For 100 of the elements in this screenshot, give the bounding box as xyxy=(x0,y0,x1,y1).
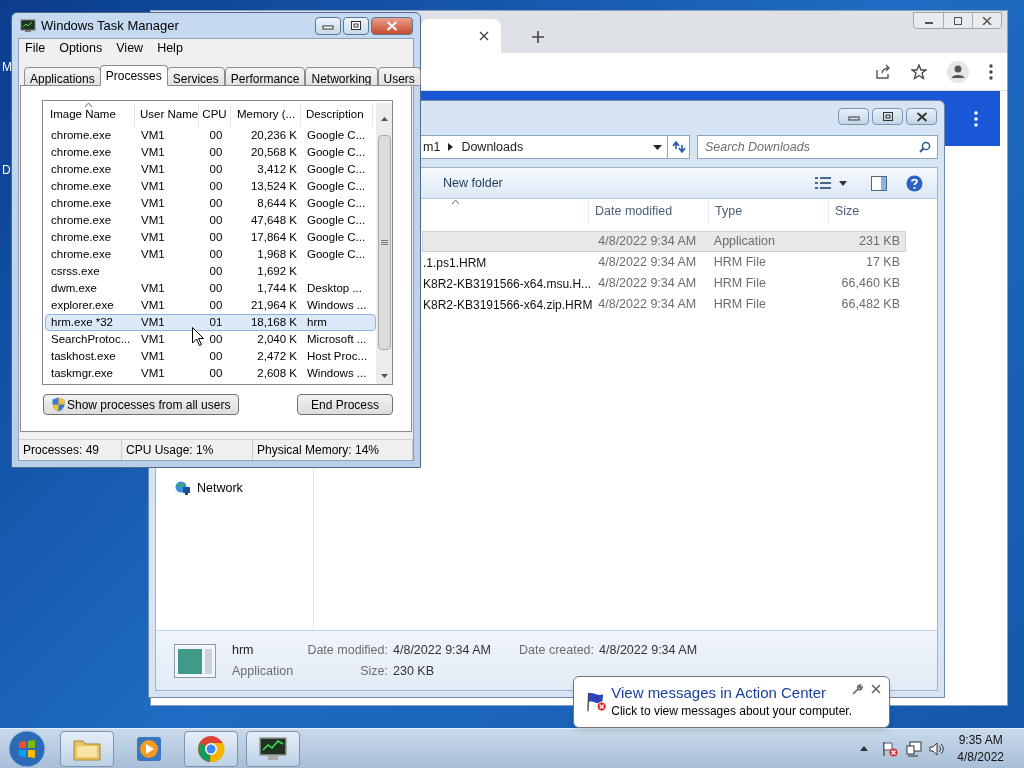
status-text: CPU Usage: 1% xyxy=(126,442,214,459)
table-cell-text: Google C... xyxy=(307,127,366,143)
table-cell-text: chrome.exe xyxy=(51,161,112,177)
file-date: 4/8/2022 9:34 AM xyxy=(598,276,697,291)
table-cell-text: Windows ... xyxy=(307,365,367,381)
table-cell-text: dwm.exe xyxy=(51,280,98,296)
table-cell-text: VM1 xyxy=(141,161,165,177)
table-cell-text: 2,472 K xyxy=(257,348,297,364)
table-cell-text: explorer.exe xyxy=(51,297,114,313)
status-text: Processes: 49 xyxy=(23,442,100,459)
notification-text: Click to view messages about your computer. xyxy=(611,703,852,720)
file-type: HRM File xyxy=(713,297,766,312)
table-cell-text: chrome.exe xyxy=(51,246,112,262)
table-cell-text: 00 xyxy=(209,178,223,194)
detail-label: Size: xyxy=(360,662,388,680)
table-cell-text: chrome.exe xyxy=(51,144,112,160)
table-cell-text: VM1 xyxy=(141,297,165,313)
table-cell-text: Google C... xyxy=(307,229,366,245)
table-cell-text: chrome.exe xyxy=(51,229,112,245)
detail-value: 4/8/2022 9:34 AM xyxy=(599,642,698,659)
table-cell-text: 17,864 K xyxy=(250,229,297,245)
file-size: 66,460 KB xyxy=(841,276,900,291)
table-cell-text: taskhost.exe xyxy=(51,348,116,364)
table-cell-text: Microsoft ... xyxy=(307,331,367,347)
table-cell-text: 00 xyxy=(209,297,223,313)
file-date: 4/8/2022 9:34 AM xyxy=(598,234,697,249)
table-cell-text: VM1 xyxy=(141,127,165,143)
window-title: Windows Task Manager xyxy=(41,16,179,35)
table-cell-text: chrome.exe xyxy=(51,178,112,194)
table-cell-text: Google C... xyxy=(307,246,366,262)
status-text: Physical Memory: 14% xyxy=(257,442,380,459)
table-cell-text: 8,644 K xyxy=(257,195,297,211)
table-cell-text: VM1 xyxy=(141,280,165,296)
table-cell-text: Host Proc... xyxy=(307,348,368,364)
file-size: 66,482 KB xyxy=(841,297,900,312)
file-type: Application xyxy=(232,662,295,680)
table-cell-text: Google C... xyxy=(307,195,366,211)
detail-value: 4/8/2022 9:34 AM xyxy=(393,641,492,659)
file-date: 4/8/2022 9:34 AM xyxy=(598,255,697,270)
file-size: 231 KB xyxy=(859,234,900,249)
table-cell-text: Google C... xyxy=(307,161,366,177)
table-cell-text: VM1 xyxy=(141,348,165,364)
table-cell-text: 00 xyxy=(209,331,223,347)
file-type: HRM File xyxy=(713,255,766,270)
table-cell-text: 3,412 K xyxy=(257,161,297,177)
table-cell-text: 13,524 K xyxy=(250,178,297,194)
file-name: K8R2-KB3191566-x64.zip.HRM xyxy=(423,297,593,312)
table-cell-text: 00 xyxy=(209,263,223,279)
table-cell-text: VM1 xyxy=(141,314,165,330)
file-name: K8R2-KB3191566-x64.msu.H... xyxy=(423,276,592,291)
table-cell-text: 1,744 K xyxy=(257,280,297,296)
table-cell-text: csrss.exe xyxy=(51,263,100,279)
table-cell-text: VM1 xyxy=(141,144,165,160)
table-cell-text: VM1 xyxy=(141,246,165,262)
table-cell-text: Google C... xyxy=(307,178,366,194)
table-cell-text: 00 xyxy=(209,280,223,296)
table-cell-text: 01 xyxy=(209,314,223,330)
table-cell-text: Desktop ... xyxy=(307,280,362,296)
table-cell-text: SearchProtoc... xyxy=(51,331,131,347)
table-cell-text: 00 xyxy=(209,246,223,262)
table-cell-text: 1,968 K xyxy=(257,246,297,262)
table-cell-text: VM1 xyxy=(141,229,165,245)
table-cell-text: 00 xyxy=(209,161,223,177)
detail-value: 230 KB xyxy=(393,662,435,680)
table-cell-text: Google C... xyxy=(307,144,366,160)
table-cell-text: 00 xyxy=(209,127,223,143)
table-cell-text: 2,040 K xyxy=(257,331,297,347)
table-cell-text: 00 xyxy=(209,348,223,364)
table-cell-text: chrome.exe xyxy=(51,127,112,143)
table-cell-text: VM1 xyxy=(141,212,165,228)
table-cell-text: VM1 xyxy=(141,178,165,194)
file-size: 17 KB xyxy=(865,255,900,270)
table-cell-text: 00 xyxy=(209,229,223,245)
detail-label: Date created: xyxy=(519,642,595,659)
file-name: .1.ps1.HRM xyxy=(423,255,487,270)
table-cell-text: 00 xyxy=(209,195,223,211)
table-cell-text: VM1 xyxy=(141,365,165,381)
table-cell-text: VM1 xyxy=(141,331,165,347)
table-cell-text: 21,964 K xyxy=(250,297,297,313)
detail-label: Date modified: xyxy=(307,641,388,659)
table-cell-text: 2,608 K xyxy=(257,365,297,381)
table-cell-text: 20,568 K xyxy=(250,144,297,160)
table-cell-text: 00 xyxy=(209,144,223,160)
file-type: HRM File xyxy=(713,276,766,291)
table-cell-text: hrm.exe *32 xyxy=(51,314,113,330)
table-cell-text: hrm xyxy=(307,314,327,330)
file-type: Application xyxy=(713,234,775,249)
file-date: 4/8/2022 9:34 AM xyxy=(598,297,697,312)
table-cell-text: Google C... xyxy=(307,212,366,228)
table-cell-text: 47,648 K xyxy=(250,212,297,228)
table-cell-text: 20,236 K xyxy=(250,127,297,143)
table-cell-text: Windows ... xyxy=(307,297,367,313)
table-cell-text: chrome.exe xyxy=(51,212,112,228)
table-cell-text: 1,692 K xyxy=(257,263,297,279)
table-cell-text: VM1 xyxy=(141,195,165,211)
table-cell-text: 00 xyxy=(209,212,223,228)
table-cell-text: taskmgr.exe xyxy=(51,365,113,381)
table-cell-text: chrome.exe xyxy=(51,195,112,211)
table-cell-text: 18,168 K xyxy=(250,314,297,330)
file-name: hrm xyxy=(232,641,255,659)
